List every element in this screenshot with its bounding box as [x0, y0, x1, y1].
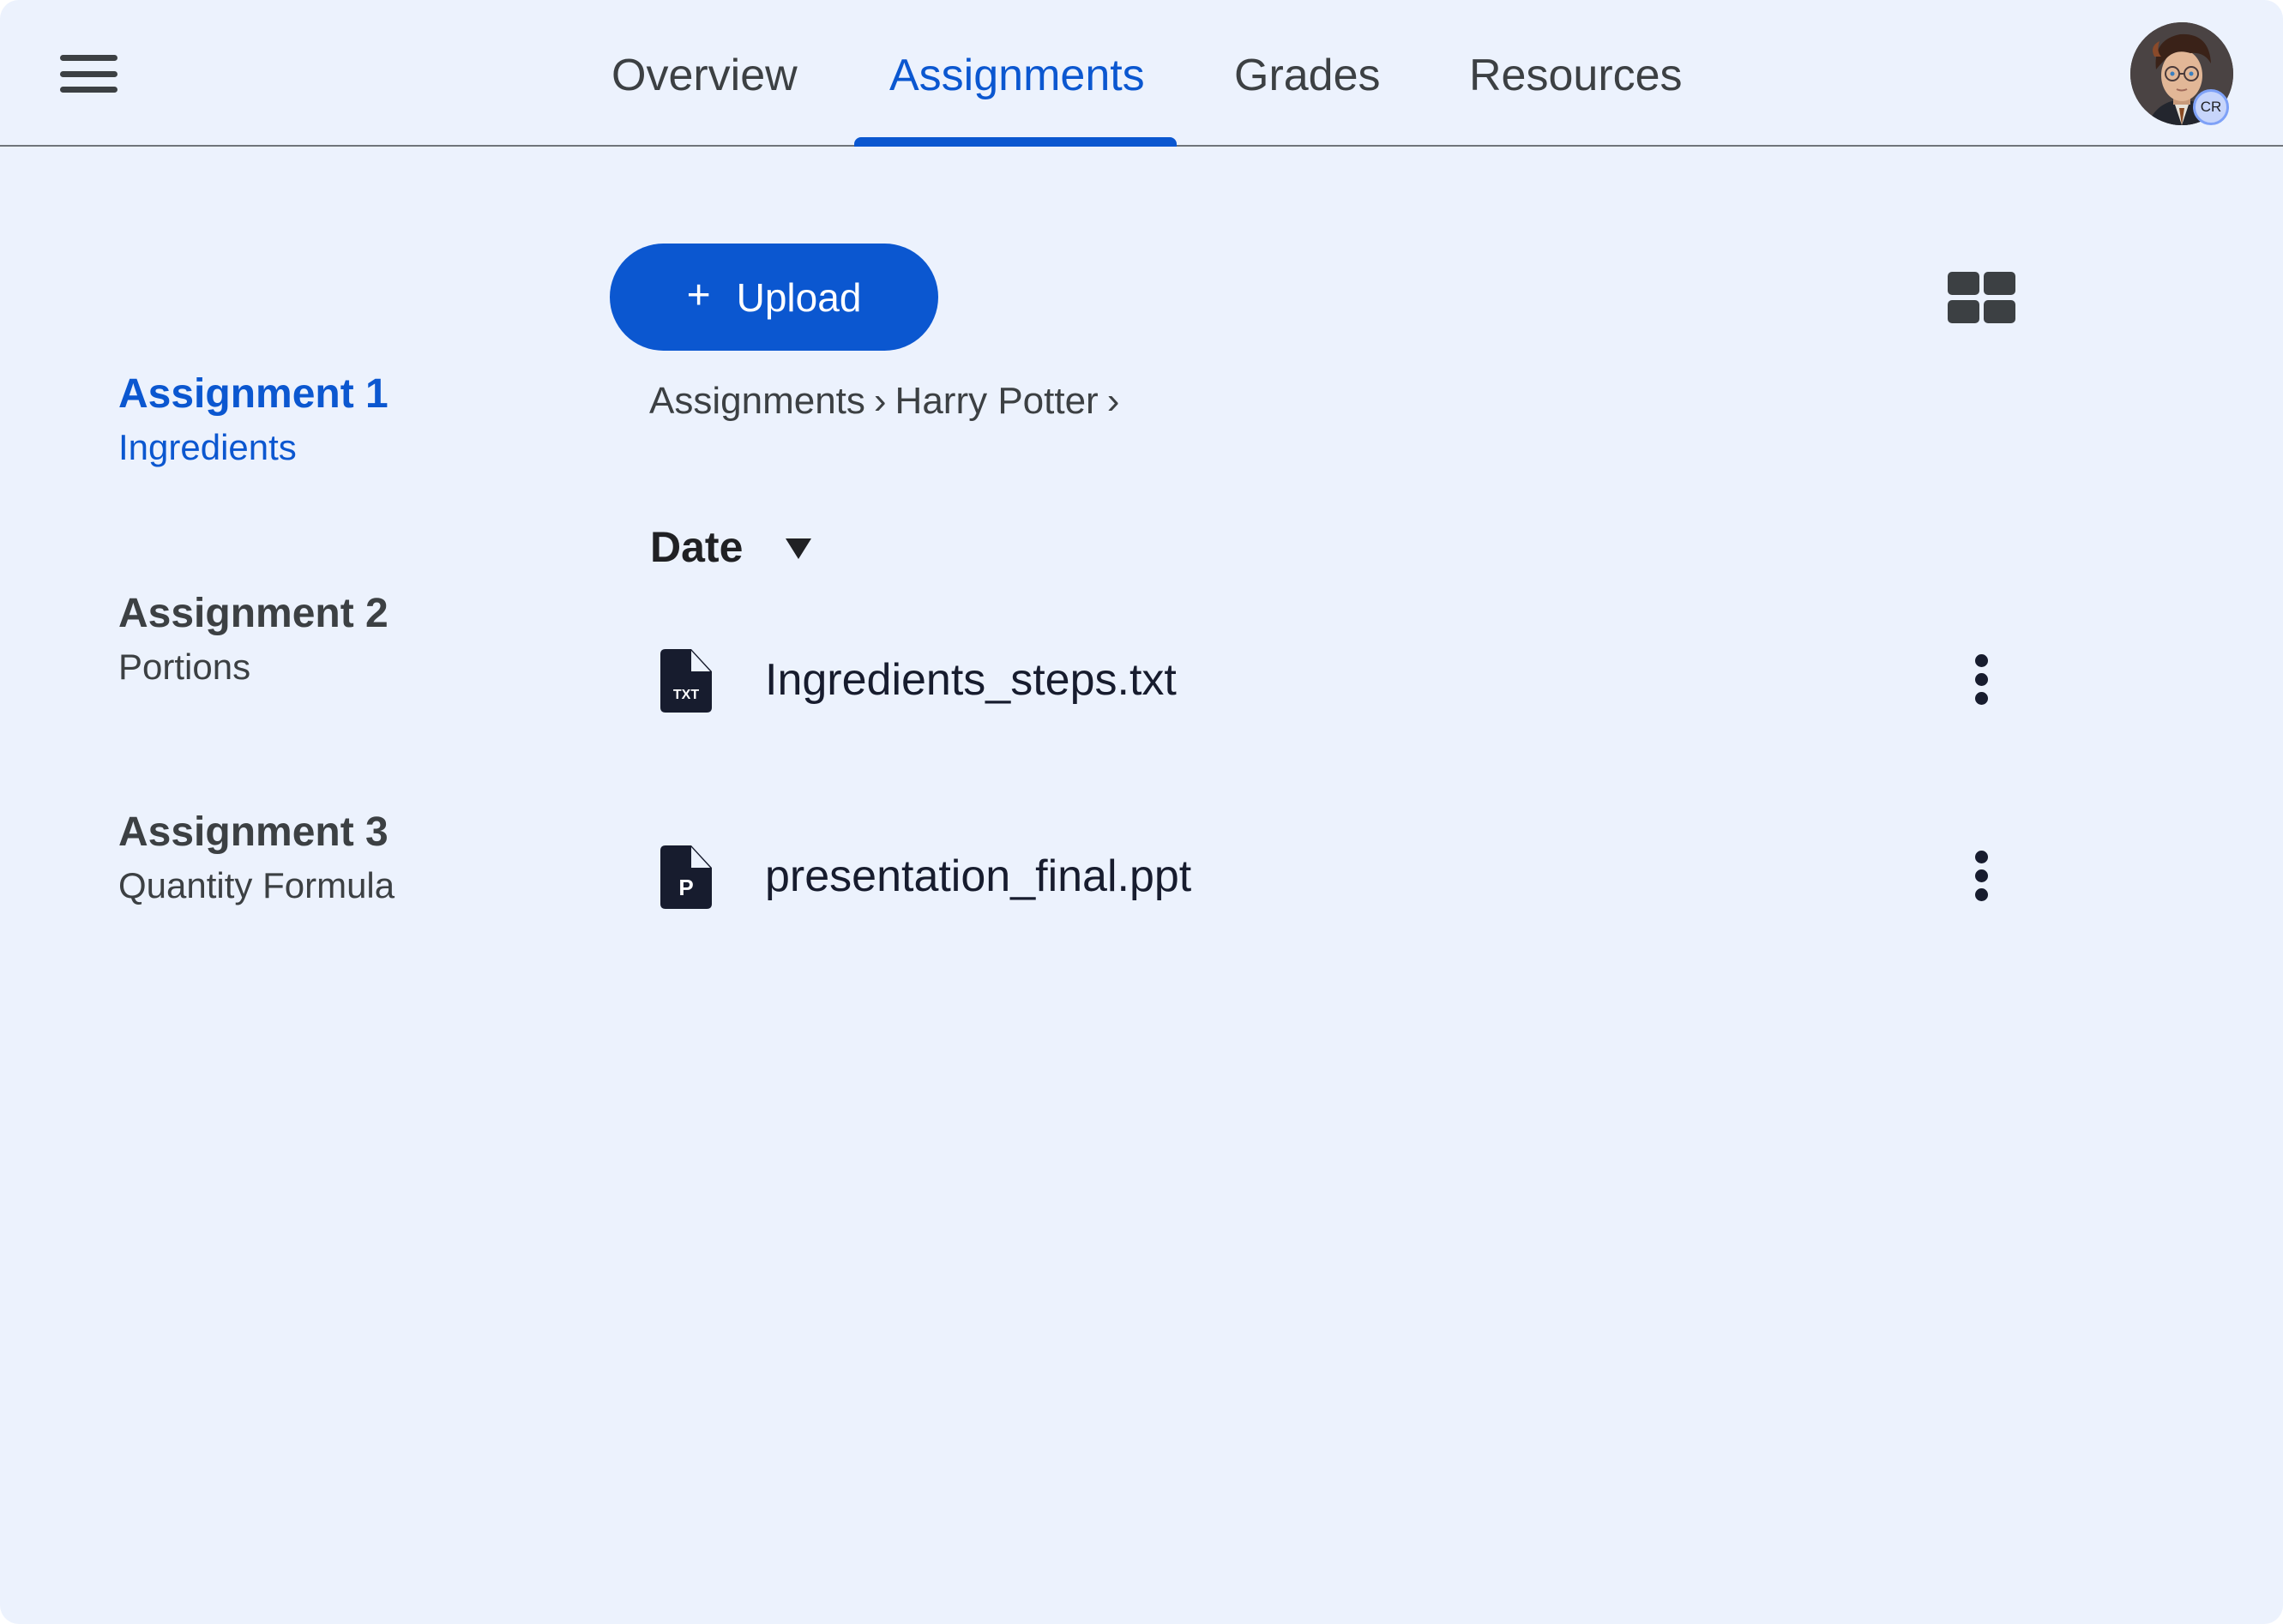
- dropdown-caret-icon: [786, 538, 812, 559]
- sidebar-item-assignment-3[interactable]: Assignment 3 Quantity Formula: [118, 809, 395, 910]
- file-row[interactable]: TXT Ingredients_steps.txt: [660, 649, 2015, 735]
- assignment-title: Assignment 2: [118, 591, 389, 636]
- assignment-subtitle: Ingredients: [118, 427, 297, 467]
- upload-label: Upload: [736, 274, 862, 320]
- breadcrumb: Assignments › Harry Potter ›: [649, 377, 1128, 425]
- grid-cell: [1984, 272, 2015, 295]
- main-tabs: Overview Assignments Grades Resources: [0, 0, 2283, 147]
- grid-cell: [1984, 300, 2015, 323]
- sort-by-date-dropdown[interactable]: Date: [650, 521, 812, 573]
- tab-assignments[interactable]: Assignments: [889, 45, 1145, 106]
- more-options-icon[interactable]: [1968, 654, 1994, 711]
- assignment-title: Assignment 3: [118, 809, 389, 855]
- tab-overview[interactable]: Overview: [611, 45, 798, 106]
- assignments-page: Overview Assignments Grades Resources CR…: [0, 0, 2283, 1624]
- file-type-label: TXT: [673, 688, 699, 702]
- assignment-subtitle: Quantity Formula: [118, 865, 395, 905]
- chevron-right-icon: ›: [1106, 380, 1120, 422]
- file-name[interactable]: Ingredients_steps.txt: [765, 653, 1177, 707]
- ppt-file-icon: P: [660, 845, 712, 909]
- kebab-dot: [1975, 654, 1988, 667]
- user-initials-badge: CR: [2193, 89, 2229, 125]
- assignment-title: Assignment 1: [118, 371, 389, 417]
- grid-cell: [1948, 272, 1979, 295]
- tab-resources[interactable]: Resources: [1469, 45, 1683, 106]
- txt-file-icon: TXT: [660, 649, 712, 713]
- file-type-label: P: [678, 875, 693, 900]
- breadcrumb-item-harry-potter[interactable]: Harry Potter: [895, 380, 1099, 422]
- kebab-dot: [1975, 673, 1988, 686]
- kebab-dot: [1975, 692, 1988, 705]
- sidebar-item-assignment-1[interactable]: Assignment 1 Ingredients: [118, 370, 389, 472]
- file-row[interactable]: P presentation_final.ppt: [660, 845, 2015, 931]
- sidebar-item-assignment-2[interactable]: Assignment 2 Portions: [118, 590, 389, 691]
- breadcrumb-item-assignments[interactable]: Assignments: [649, 380, 865, 422]
- active-tab-indicator: [854, 137, 1177, 147]
- kebab-dot: [1975, 851, 1988, 863]
- kebab-dot: [1975, 888, 1988, 901]
- top-nav-bar: Overview Assignments Grades Resources CR: [0, 0, 2283, 147]
- plus-icon: +: [686, 272, 711, 318]
- sort-label: Date: [650, 523, 744, 571]
- tab-grades[interactable]: Grades: [1234, 45, 1381, 106]
- assignment-subtitle: Portions: [118, 647, 251, 687]
- file-name[interactable]: presentation_final.ppt: [765, 849, 1191, 904]
- kebab-dot: [1975, 869, 1988, 882]
- upload-button[interactable]: + Upload: [610, 244, 938, 351]
- grid-view-icon[interactable]: [1945, 269, 2019, 326]
- grid-cell: [1948, 300, 1979, 323]
- chevron-right-icon: ›: [873, 380, 887, 422]
- more-options-icon[interactable]: [1968, 851, 1994, 907]
